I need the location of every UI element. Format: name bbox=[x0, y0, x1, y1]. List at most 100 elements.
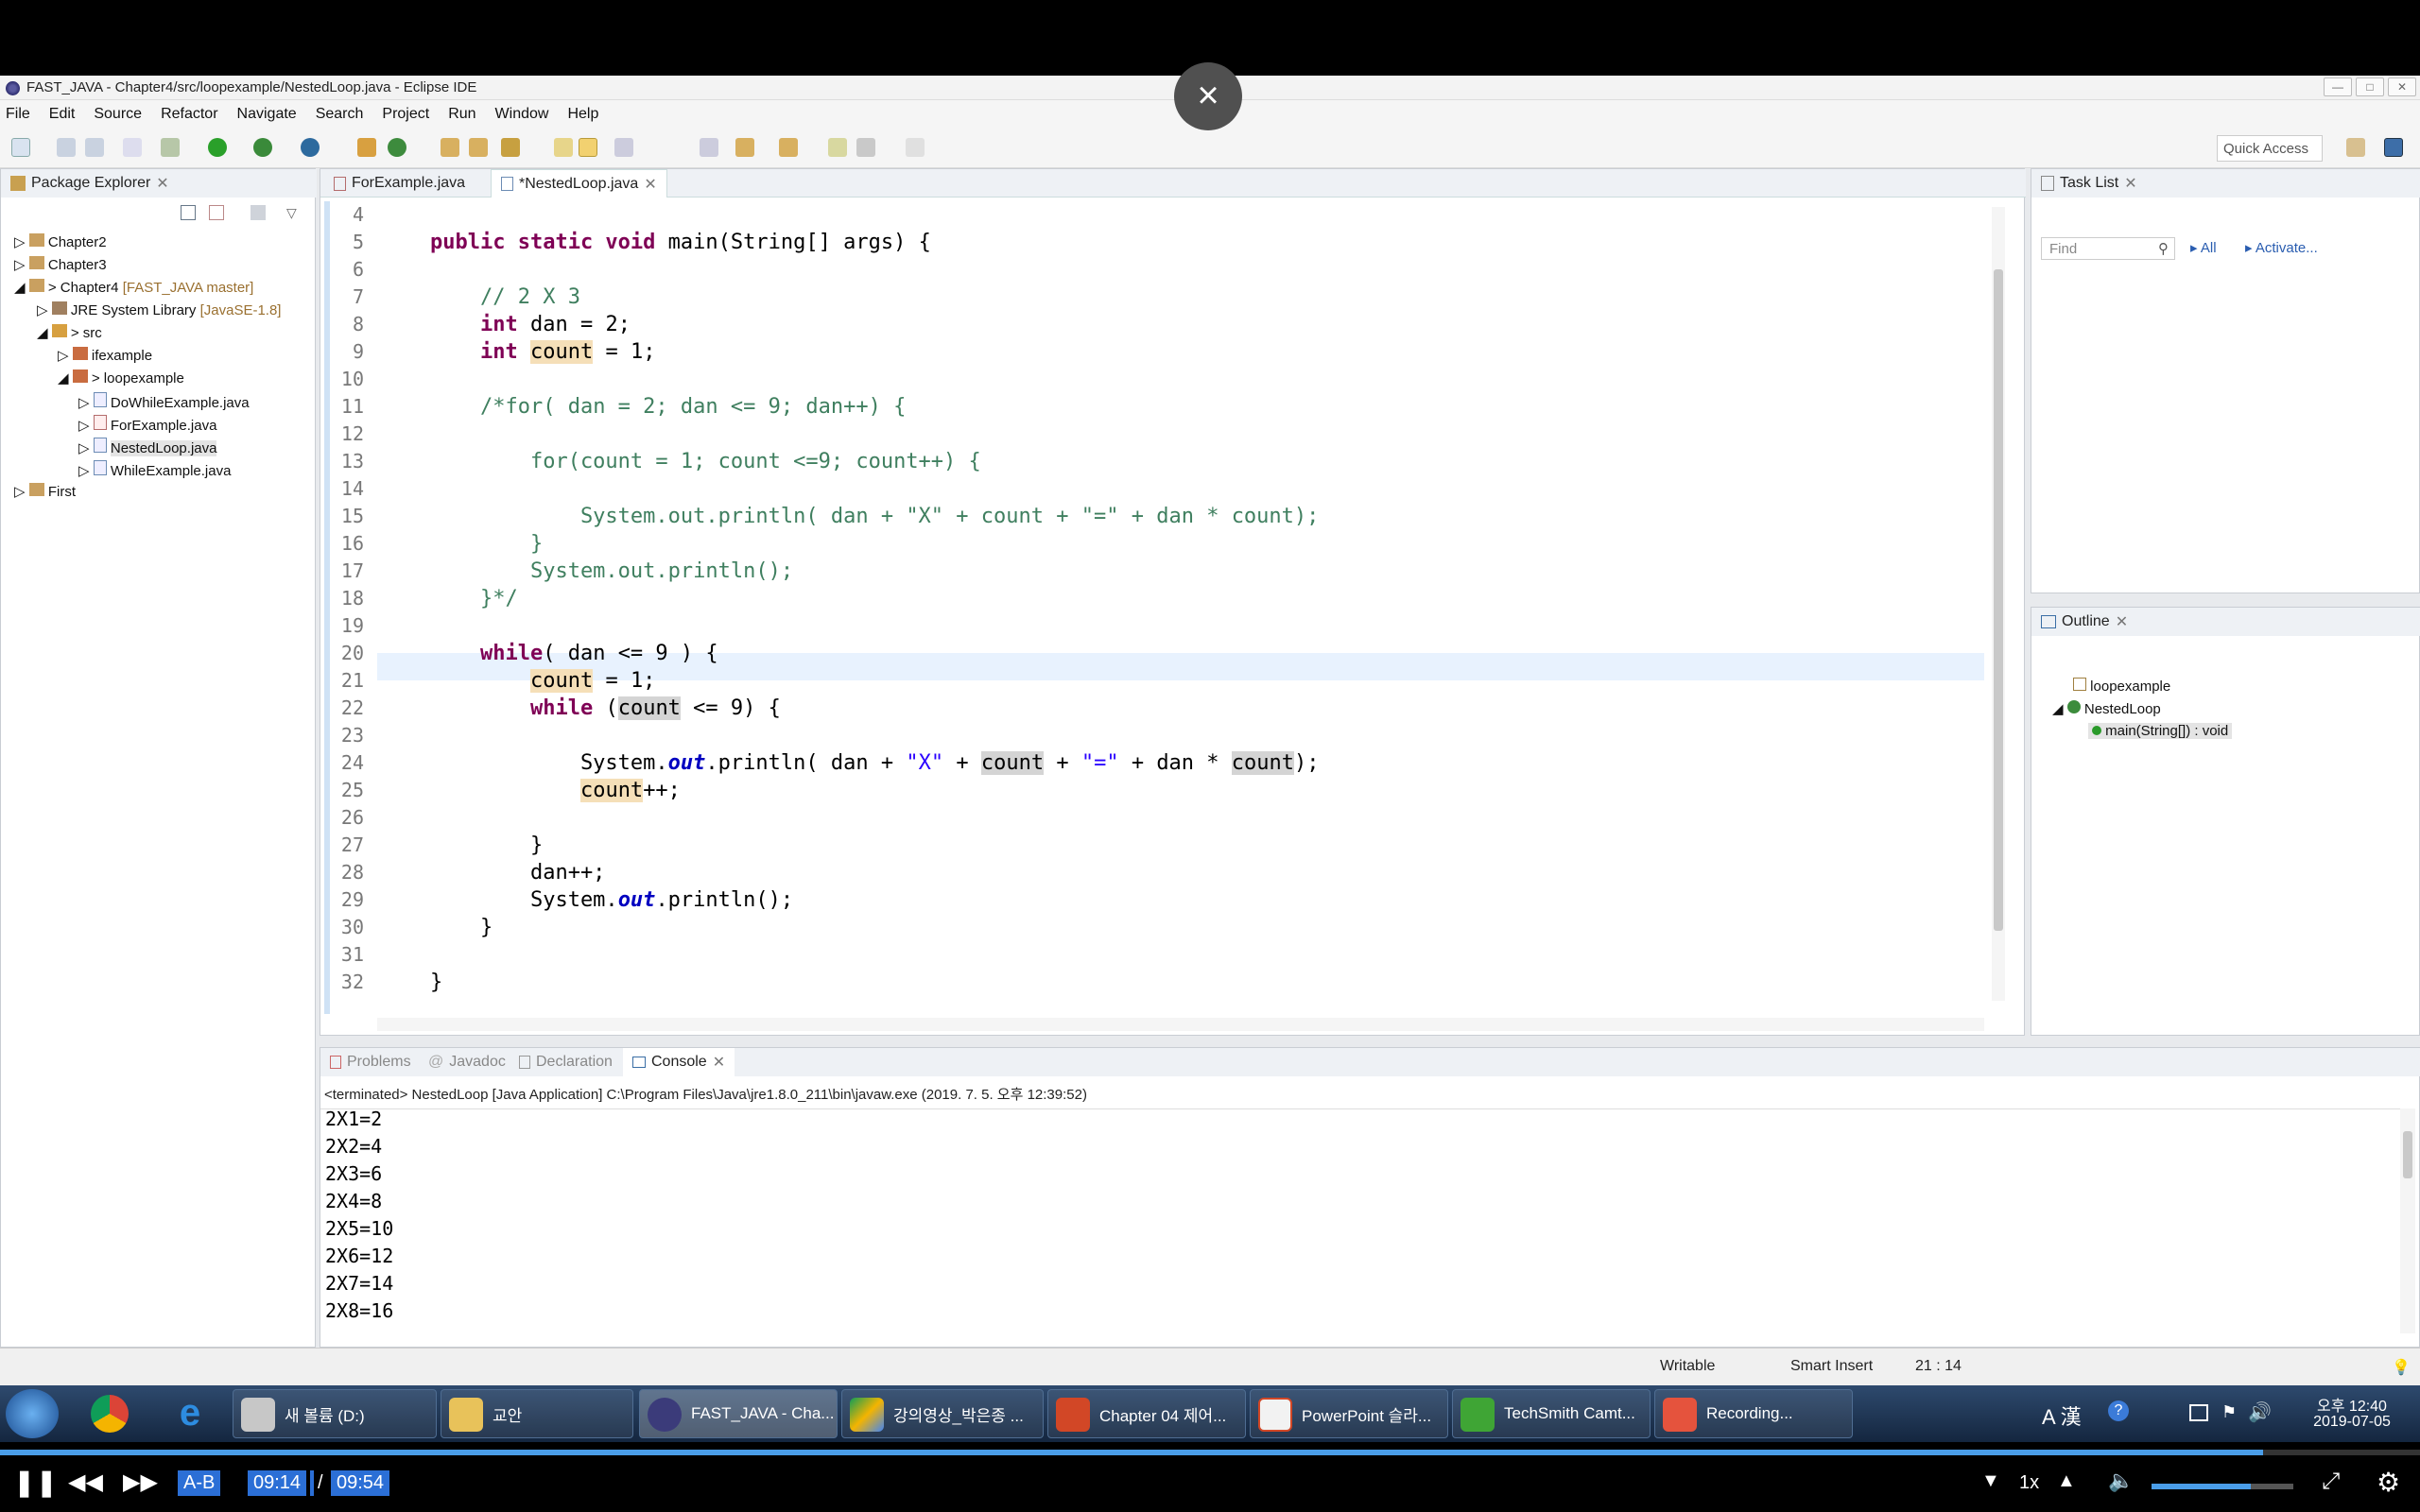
clock-time[interactable]: 오후 12:40 bbox=[2295, 1393, 2409, 1416]
save-all-icon[interactable] bbox=[85, 138, 104, 157]
collapse-all-icon[interactable] bbox=[181, 205, 196, 220]
menu-refactor[interactable]: Refactor bbox=[161, 106, 217, 123]
chrome-icon[interactable] bbox=[91, 1395, 129, 1433]
activate-link[interactable]: ▸ Activate... bbox=[2245, 239, 2318, 256]
code-line[interactable]: /*for( dan = 2; dan <= 9; dan++) { bbox=[430, 393, 906, 421]
tab-javadoc[interactable]: @ Javadoc bbox=[419, 1048, 515, 1076]
tree-item-nestedloop[interactable]: ▷ NestedLoop.java bbox=[78, 438, 217, 456]
playback-speed[interactable]: 1x bbox=[2019, 1472, 2039, 1494]
code-line[interactable]: System.out.println(); bbox=[430, 886, 793, 914]
tree-item-src[interactable]: ◢ > src bbox=[37, 324, 102, 341]
find-input[interactable]: Find ⚲ bbox=[2041, 237, 2175, 260]
taskbar-item-camtasia[interactable]: TechSmith Camt... bbox=[1452, 1389, 1651, 1438]
editor-horizontal-scrollbar[interactable] bbox=[377, 1018, 1984, 1031]
code-line[interactable]: public static void main(String[] args) { bbox=[430, 229, 931, 256]
minimize-button[interactable]: — bbox=[2324, 77, 2352, 96]
taskbar-item-drive-d[interactable]: 새 볼륨 (D:) bbox=[233, 1389, 437, 1438]
menu-edit[interactable]: Edit bbox=[49, 106, 76, 123]
menu-search[interactable]: Search bbox=[316, 106, 364, 123]
tree-item-chapter4[interactable]: ◢ > Chapter4 [FAST_JAVA master] bbox=[14, 279, 253, 296]
menu-source[interactable]: Source bbox=[94, 106, 142, 123]
code-line[interactable]: } bbox=[430, 530, 543, 558]
save-icon[interactable] bbox=[57, 138, 76, 157]
new-java-project-icon[interactable] bbox=[357, 138, 376, 157]
pause-icon[interactable]: ❚❚ bbox=[13, 1467, 58, 1498]
tab-task-list[interactable]: Task List ✕ bbox=[2031, 169, 2420, 198]
close-overlay-button[interactable]: × bbox=[1174, 62, 1242, 130]
tree-item-chapter2[interactable]: ▷ Chapter2 bbox=[14, 233, 107, 250]
code-line[interactable]: }*/ bbox=[430, 585, 518, 612]
back-icon[interactable] bbox=[856, 138, 875, 157]
filter-all-link[interactable]: ▸ All bbox=[2190, 239, 2217, 256]
show-whitespace-icon[interactable] bbox=[700, 138, 718, 157]
code-line[interactable]: dan++; bbox=[430, 859, 605, 886]
tray-volume-icon[interactable]: 🔊 bbox=[2248, 1400, 2272, 1424]
tree-item-jre-library[interactable]: ▷ JRE System Library [JavaSE-1.8] bbox=[37, 301, 281, 318]
menu-run[interactable]: Run bbox=[448, 106, 475, 123]
code-line[interactable]: System.out.println( dan + "X" + count + … bbox=[430, 503, 1319, 530]
code-line[interactable]: System.out.println( dan + "X" + count + … bbox=[430, 749, 1320, 777]
menu-project[interactable]: Project bbox=[382, 106, 429, 123]
outline-item-method[interactable]: main(String[]) : void bbox=[2088, 723, 2233, 739]
menu-navigate[interactable]: Navigate bbox=[237, 106, 297, 123]
settings-icon[interactable]: ⚙ bbox=[2377, 1467, 2400, 1498]
code-line[interactable]: while (count <= 9) { bbox=[430, 695, 781, 722]
editor-vertical-scrollbar[interactable] bbox=[1992, 207, 2005, 1001]
external-tools-icon[interactable] bbox=[301, 138, 320, 157]
console-output-area[interactable] bbox=[320, 1108, 2400, 1339]
code-line[interactable]: } bbox=[430, 832, 543, 859]
close-icon[interactable]: ✕ bbox=[2116, 612, 2128, 631]
next-annotation-icon[interactable] bbox=[735, 138, 754, 157]
editor-content[interactable]: 4 5 6 7 8 9 10 11 12 13 14 15 16 17 18 1… bbox=[320, 201, 1990, 1014]
tree-item-dowhileexample[interactable]: ▷ DoWhileExample.java bbox=[78, 392, 250, 411]
code-line[interactable]: } bbox=[430, 969, 442, 996]
outline-item-class[interactable]: ◢ NestedLoop bbox=[2052, 700, 2161, 717]
scroll-thumb[interactable] bbox=[2403, 1131, 2412, 1178]
console-scrollbar[interactable] bbox=[2400, 1108, 2415, 1333]
run-icon[interactable] bbox=[208, 138, 227, 157]
code-line[interactable]: for(count = 1; count <=9; count++) { bbox=[430, 448, 981, 475]
menu-file[interactable]: File bbox=[6, 106, 30, 123]
scroll-thumb[interactable] bbox=[1994, 269, 2003, 931]
code-line[interactable]: // 2 X 3 bbox=[430, 284, 580, 311]
tree-item-forexample[interactable]: ▷ ForExample.java bbox=[78, 415, 216, 434]
tab-declaration[interactable]: Declaration bbox=[510, 1048, 622, 1076]
java-perspective-icon[interactable] bbox=[2384, 138, 2403, 157]
coverage-icon[interactable] bbox=[253, 138, 272, 157]
volume-slider[interactable] bbox=[2152, 1484, 2293, 1489]
outline-item-package[interactable]: loopexample bbox=[2073, 678, 2170, 695]
taskbar-item-recording[interactable]: Recording... bbox=[1654, 1389, 1853, 1438]
close-window-button[interactable]: ✕ bbox=[2388, 77, 2416, 96]
tray-language[interactable]: A 漢 bbox=[2042, 1400, 2082, 1431]
taskbar-item-eclipse[interactable]: FAST_JAVA - Cha... bbox=[639, 1389, 838, 1438]
skip-breakpoints-icon[interactable] bbox=[123, 138, 142, 157]
prev-annotation-icon[interactable] bbox=[779, 138, 798, 157]
open-task-icon[interactable] bbox=[469, 138, 488, 157]
code-line[interactable]: count++; bbox=[430, 777, 681, 804]
tree-item-ifexample[interactable]: ▷ ifexample bbox=[58, 347, 152, 364]
code-line[interactable]: while( dan <= 9 ) { bbox=[430, 640, 718, 667]
code-line[interactable]: count = 1; bbox=[430, 667, 655, 695]
close-icon[interactable]: ✕ bbox=[156, 174, 168, 193]
lightbulb-icon[interactable]: 💡 bbox=[2392, 1358, 2411, 1377]
fast-forward-icon[interactable]: ▶▶ bbox=[123, 1469, 158, 1496]
tab-package-explorer[interactable]: Package Explorer ✕ bbox=[1, 169, 317, 198]
tree-item-whileexample[interactable]: ▷ WhileExample.java bbox=[78, 460, 231, 479]
volume-icon[interactable]: 🔈 bbox=[2108, 1469, 2134, 1493]
toggle-highlight-icon[interactable] bbox=[579, 138, 597, 157]
tray-network-icon[interactable] bbox=[2189, 1404, 2208, 1421]
debug-icon[interactable] bbox=[161, 138, 180, 157]
maximize-button[interactable]: □ bbox=[2356, 77, 2384, 96]
tray-help-icon[interactable]: ? bbox=[2108, 1400, 2129, 1421]
speed-down-icon[interactable]: ▼ bbox=[1981, 1470, 2000, 1492]
filter-icon[interactable] bbox=[251, 205, 266, 220]
tree-item-chapter3[interactable]: ▷ Chapter3 bbox=[14, 256, 107, 273]
new-class-icon[interactable] bbox=[388, 138, 406, 157]
tab-problems[interactable]: Problems bbox=[320, 1048, 421, 1076]
taskbar-item-google-drive[interactable]: 강의영상_박은종 ... bbox=[841, 1389, 1044, 1438]
start-button[interactable] bbox=[6, 1389, 59, 1438]
view-menu-icon[interactable]: ▽ bbox=[286, 205, 297, 221]
block-selection-icon[interactable] bbox=[614, 138, 633, 157]
code-line[interactable]: int count = 1; bbox=[430, 338, 655, 366]
internet-explorer-icon[interactable]: e bbox=[170, 1393, 210, 1433]
